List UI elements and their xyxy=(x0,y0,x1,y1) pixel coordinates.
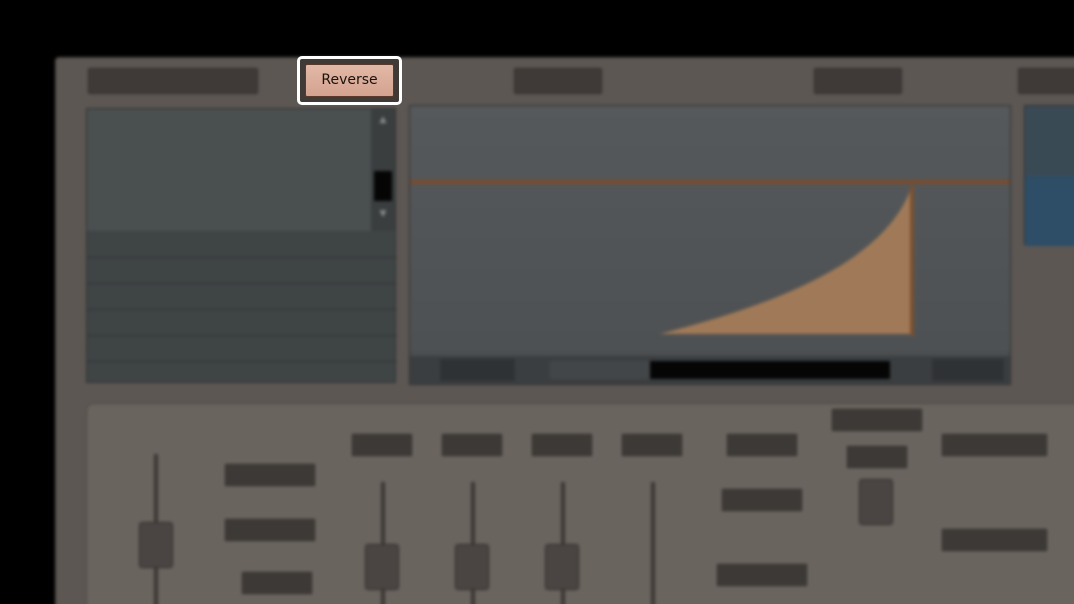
top-right-button[interactable] xyxy=(1018,68,1074,94)
envelope-scroll-track[interactable] xyxy=(550,361,890,379)
right-panel-selection[interactable] xyxy=(1025,176,1074,246)
env-start-value[interactable] xyxy=(225,464,315,486)
gain-envelope-display[interactable] xyxy=(409,105,1011,385)
er-value[interactable] xyxy=(942,529,1047,551)
info-grid-row xyxy=(87,309,397,335)
info-grid-row xyxy=(87,257,397,283)
info-line xyxy=(95,205,364,228)
density-value[interactable] xyxy=(442,434,502,456)
envelope-tail-marker xyxy=(910,186,914,336)
dry-out-slider-thumb[interactable] xyxy=(859,479,893,525)
reverse-button-focus-ring: Reverse xyxy=(297,56,402,105)
latency-value[interactable] xyxy=(727,434,797,456)
envelope-right-button[interactable] xyxy=(814,68,902,94)
dry-value[interactable] xyxy=(722,489,802,511)
predelay-value[interactable] xyxy=(242,572,312,594)
er-buildup-value[interactable] xyxy=(717,564,807,586)
density-slider-thumb[interactable] xyxy=(455,544,489,590)
reverb-controls-panel xyxy=(86,403,1074,604)
size-value[interactable] xyxy=(352,434,412,456)
envelope-controls xyxy=(410,356,1010,384)
info-line xyxy=(95,113,285,136)
envelope-left-button[interactable] xyxy=(514,68,602,94)
info-list xyxy=(87,109,372,231)
dry-out-button[interactable] xyxy=(832,409,922,431)
envelope-fill xyxy=(660,191,913,334)
bass-slider-thumb[interactable] xyxy=(545,544,579,590)
info-grid-row xyxy=(87,361,397,387)
decorr-slider-track[interactable] xyxy=(651,482,655,604)
env-length-value[interactable] xyxy=(225,519,315,541)
reverse-button[interactable]: Reverse xyxy=(305,64,394,97)
info-grid-row xyxy=(87,335,397,361)
envelope-gain-line[interactable] xyxy=(410,180,1010,184)
reverb-time-slider-thumb[interactable] xyxy=(139,522,173,568)
envelope-curve xyxy=(660,186,914,336)
reset-button[interactable] xyxy=(932,359,1004,381)
info-scrollbar[interactable]: ▲ ▼ xyxy=(371,109,395,231)
info-grid-row xyxy=(87,283,397,309)
dry-out-value[interactable] xyxy=(847,446,907,468)
decorr-value[interactable] xyxy=(622,434,682,456)
info-line xyxy=(95,182,364,205)
size-slider-thumb[interactable] xyxy=(365,544,399,590)
info-line xyxy=(95,136,364,159)
right-panel xyxy=(1024,105,1074,246)
envelope-scroll-thumb[interactable] xyxy=(550,361,650,379)
info-grid-header xyxy=(87,233,397,257)
bass-value[interactable] xyxy=(532,434,592,456)
zoom-button[interactable] xyxy=(440,359,515,381)
impulse-info-panel: ▲ ▼ xyxy=(86,108,397,383)
info-line xyxy=(95,159,364,182)
reverb-plugin-window: ▲ ▼ xyxy=(55,57,1074,604)
scroll-up-icon[interactable]: ▲ xyxy=(377,115,389,125)
direct-value[interactable] xyxy=(942,434,1047,456)
scroll-down-icon[interactable]: ▼ xyxy=(377,209,389,219)
top-left-button[interactable] xyxy=(88,68,258,94)
scroll-thumb[interactable] xyxy=(374,171,392,201)
